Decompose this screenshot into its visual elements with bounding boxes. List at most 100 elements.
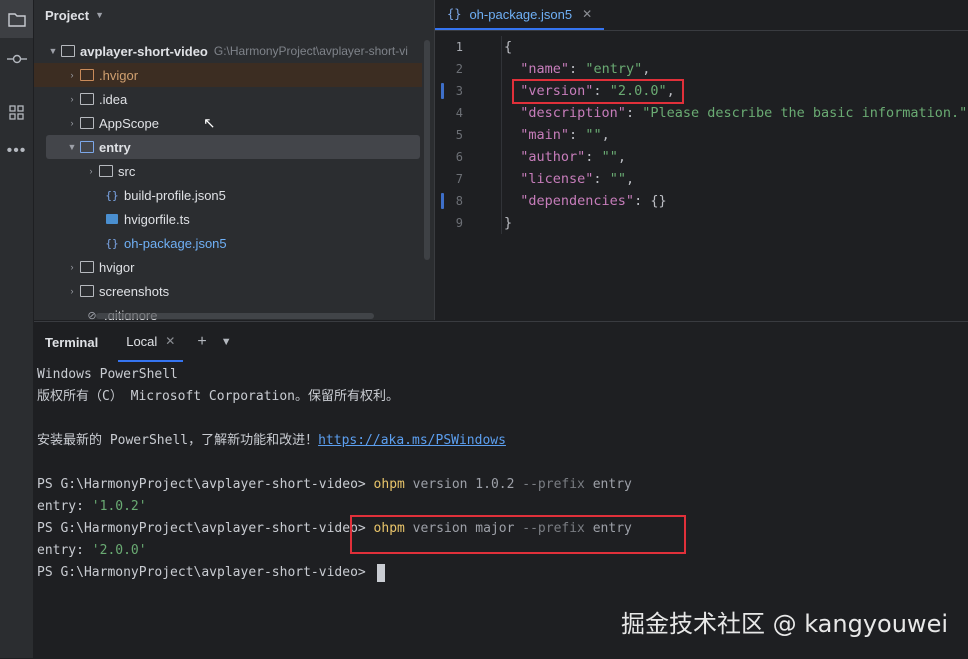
tree-item-label: AppScope — [99, 115, 159, 131]
terminal-line: Windows PowerShell — [37, 364, 968, 386]
terminal-tab-local[interactable]: Local ✕ — [118, 322, 184, 362]
chevron-right-icon[interactable]: › — [65, 262, 79, 272]
terminal-text: PS G:\HarmonyProject\avplayer-short-vide… — [37, 521, 374, 536]
module-folder-icon — [79, 140, 95, 154]
code-token: : — [569, 61, 586, 77]
chevron-right-icon[interactable]: › — [65, 70, 79, 80]
code-token: "" — [585, 127, 602, 143]
code-token: : — [625, 105, 643, 121]
commit-tool-button[interactable] — [0, 40, 33, 78]
terminal-line: 安装最新的 PowerShell，了解新功能和改进！https://aka.ms… — [37, 430, 968, 452]
line-number: 4 — [455, 106, 463, 120]
tree-item-entry[interactable]: ▼ entry — [46, 135, 420, 159]
code-token: : — [569, 127, 586, 143]
new-tab-icon[interactable]: + — [197, 333, 206, 351]
code-token: "Please describe the basic information." — [642, 105, 968, 121]
chevron-down-icon[interactable]: ▼ — [65, 142, 79, 152]
tree-item-screenshots[interactable]: › screenshots — [34, 279, 422, 303]
code-token: "author" — [520, 149, 586, 165]
code-token: } — [504, 215, 513, 231]
change-marker[interactable] — [441, 83, 444, 99]
code-area[interactable]: { "name": "entry", "version": "2.0.0", "… — [501, 36, 968, 234]
code-token: : {} — [634, 193, 667, 209]
close-icon[interactable]: ✕ — [165, 334, 175, 348]
watermark: 掘金技术社区 @ kangyouwei — [620, 610, 948, 638]
terminal-cursor — [376, 563, 385, 582]
code-token: "" — [601, 149, 618, 165]
tree-item-label: screenshots — [99, 283, 170, 299]
terminal-text: PS G:\HarmonyProject\avplayer-short-vide… — [37, 477, 374, 492]
code-token: "description" — [520, 105, 626, 121]
mouse-cursor-icon: ↖ — [203, 115, 216, 132]
chevron-down-icon[interactable]: ▼ — [46, 46, 60, 56]
tree-item-appscope[interactable]: › AppScope ↖ — [34, 111, 422, 135]
folder-icon — [79, 116, 95, 130]
close-icon[interactable]: ✕ — [582, 7, 592, 21]
change-marker[interactable] — [441, 193, 444, 209]
code-line: "description": "Please describe the basi… — [502, 102, 968, 124]
terminal-text: entry — [584, 477, 632, 492]
chevron-right-icon[interactable]: › — [84, 166, 98, 176]
root-name: avplayer-short-video — [80, 43, 208, 59]
line-number: 2 — [455, 62, 463, 76]
tree-item-hvigorfile[interactable]: hvigorfile.ts — [34, 207, 422, 231]
project-header[interactable]: Project ▼ — [34, 0, 434, 30]
tree-item-oh-package[interactable]: {} oh-package.json5 — [34, 231, 422, 255]
tree-root[interactable]: ▼ avplayer-short-video G:\HarmonyProject… — [34, 39, 422, 63]
tree-item-label: oh-package.json5 — [124, 235, 227, 251]
terminal-tab-label: Local — [126, 333, 158, 349]
project-title: Project — [45, 7, 90, 23]
terminal-text: ohpm — [373, 477, 405, 492]
code-token: { — [504, 39, 513, 55]
chevron-down-icon[interactable]: ▼ — [95, 10, 104, 20]
terminal-text: version 1.0.2 — [404, 477, 523, 492]
tree-scrollbar-vertical[interactable] — [424, 40, 430, 260]
terminal-text: entry: — [37, 499, 92, 514]
code-line: } — [502, 212, 968, 234]
editor-tab-bar: {} oh-package.json5 ✕ — [435, 0, 968, 31]
folder-icon — [79, 284, 95, 298]
code-token: : — [585, 149, 602, 165]
folder-icon — [7, 13, 26, 27]
commit-icon — [6, 54, 27, 64]
tree-item-src[interactable]: › src — [34, 159, 422, 183]
terminal-text: 安装最新的 PowerShell，了解新功能和改进！ — [37, 433, 319, 448]
code-line: "dependencies": {} — [502, 190, 968, 212]
terminal-link[interactable]: https://aka.ms/PSWindows — [318, 433, 506, 448]
tree-item-build-profile[interactable]: {} build-profile.json5 — [34, 183, 422, 207]
editor-tab-oh-package[interactable]: {} oh-package.json5 ✕ — [435, 0, 605, 30]
tree-item-label: hvigorfile.ts — [124, 211, 190, 227]
tree-item-label: .idea — [99, 91, 128, 107]
project-tool-button[interactable] — [0, 0, 33, 38]
structure-tool-button[interactable] — [0, 94, 33, 132]
tree-scrollbar-horizontal[interactable] — [96, 313, 374, 319]
terminal-title: Terminal — [45, 334, 99, 350]
code-line: { — [502, 36, 968, 58]
line-number: 6 — [455, 150, 463, 164]
chevron-right-icon[interactable]: › — [65, 286, 79, 296]
code-line: "author": "", — [502, 146, 968, 168]
editor-panel: {} oh-package.json5 ✕ 1 2 3 4 5 6 7 8 9 { "name"… — [434, 0, 968, 320]
tree-item-hvigor[interactable]: › hvigor — [34, 255, 422, 279]
tree-item-idea[interactable]: › .idea — [34, 87, 422, 111]
structure-icon — [8, 105, 24, 120]
tree-item-hvigor-cache[interactable]: › .hvigor — [34, 63, 422, 87]
chevron-right-icon[interactable]: › — [65, 118, 79, 128]
line-number: 3 — [435, 80, 463, 102]
chevron-right-icon[interactable]: › — [65, 94, 79, 104]
folder-icon — [79, 260, 95, 274]
ts-file-icon — [104, 212, 120, 226]
chevron-down-icon[interactable]: ▼ — [221, 336, 232, 348]
more-tools-button[interactable]: ••• — [0, 132, 33, 170]
editor-tab-label: oh-package.json5 — [469, 6, 573, 22]
terminal-header: Terminal Local ✕ + ▼ — [34, 322, 968, 362]
project-panel: Project ▼ ▼ avplayer-short-video G:\Harm… — [34, 0, 434, 320]
terminal-line: 版权所有（C） Microsoft Corporation。保留所有权利。 — [37, 386, 968, 408]
terminal-panel: Terminal Local ✕ + ▼ Windows PowerShell 版… — [34, 321, 968, 659]
